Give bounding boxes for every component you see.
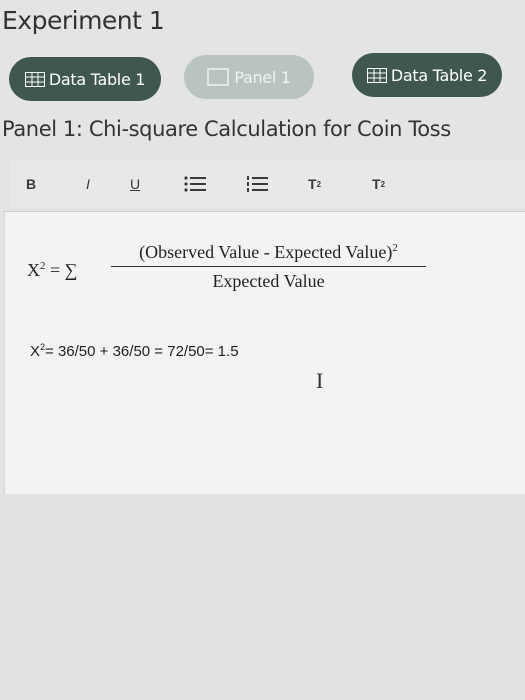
table-icon (366, 67, 387, 83)
tab-data-table-1[interactable]: Data Table 1 (9, 57, 161, 101)
formula-numerator: (Observed Value - Expected Value)2 (111, 242, 426, 267)
bulleted-list-button[interactable] (184, 170, 206, 198)
bulleted-list-icon (184, 176, 206, 192)
subscript-button[interactable]: T2 (372, 170, 385, 198)
tab-data-table-2[interactable]: Data Table 2 (352, 53, 502, 97)
formula-var: X (27, 260, 40, 280)
calc-text: = 36/50 + 36/50 = 72/50= 1.5 (45, 343, 239, 360)
superscript-mark: 2 (316, 179, 322, 189)
text-editor[interactable]: X2 = ∑ (Observed Value - Expected Value)… (4, 211, 525, 495)
underline-button[interactable]: U (130, 170, 140, 198)
numbered-list-icon (247, 176, 268, 192)
tab-label: Data Table 2 (390, 65, 488, 85)
formula-equals-sum: = ∑ (45, 260, 78, 280)
calc-var: X (30, 343, 41, 360)
numerator-text: (Observed Value - Expected Value) (139, 242, 393, 262)
tab-bar: Data Table 1 Panel 1 Data Table 2 (0, 53, 525, 103)
italic-button[interactable]: I (86, 170, 90, 198)
subscript-mark: 2 (380, 179, 386, 189)
superscript-button[interactable]: T2 (308, 170, 321, 198)
numerator-exp: 2 (392, 242, 398, 254)
formula-lhs: X2 = ∑ (27, 260, 77, 281)
table-icon (24, 71, 45, 87)
calculation-line: X2= 36/50 + 36/50 = 72/50= 1.5 (30, 342, 239, 360)
text-cursor-icon: I (316, 368, 324, 393)
section-title: Panel 1: Chi-square Calculation for Coin… (2, 117, 451, 141)
tab-panel-1[interactable]: Panel 1 (184, 55, 314, 99)
formula-fraction: (Observed Value - Expected Value)2 Expec… (111, 242, 426, 292)
editor-toolbar: B I U T2 T2 (10, 160, 525, 208)
panel-icon (207, 68, 230, 86)
formula-denominator: Expected Value (212, 271, 325, 291)
numbered-list-button[interactable] (246, 170, 268, 198)
page-background (0, 494, 525, 700)
subscript-label: T (372, 176, 381, 192)
tab-label: Data Table 1 (48, 69, 146, 89)
superscript-label: T (308, 176, 317, 192)
tab-label: Panel 1 (234, 67, 291, 87)
bold-button[interactable]: B (26, 170, 36, 198)
page-title: Experiment 1 (2, 6, 165, 35)
